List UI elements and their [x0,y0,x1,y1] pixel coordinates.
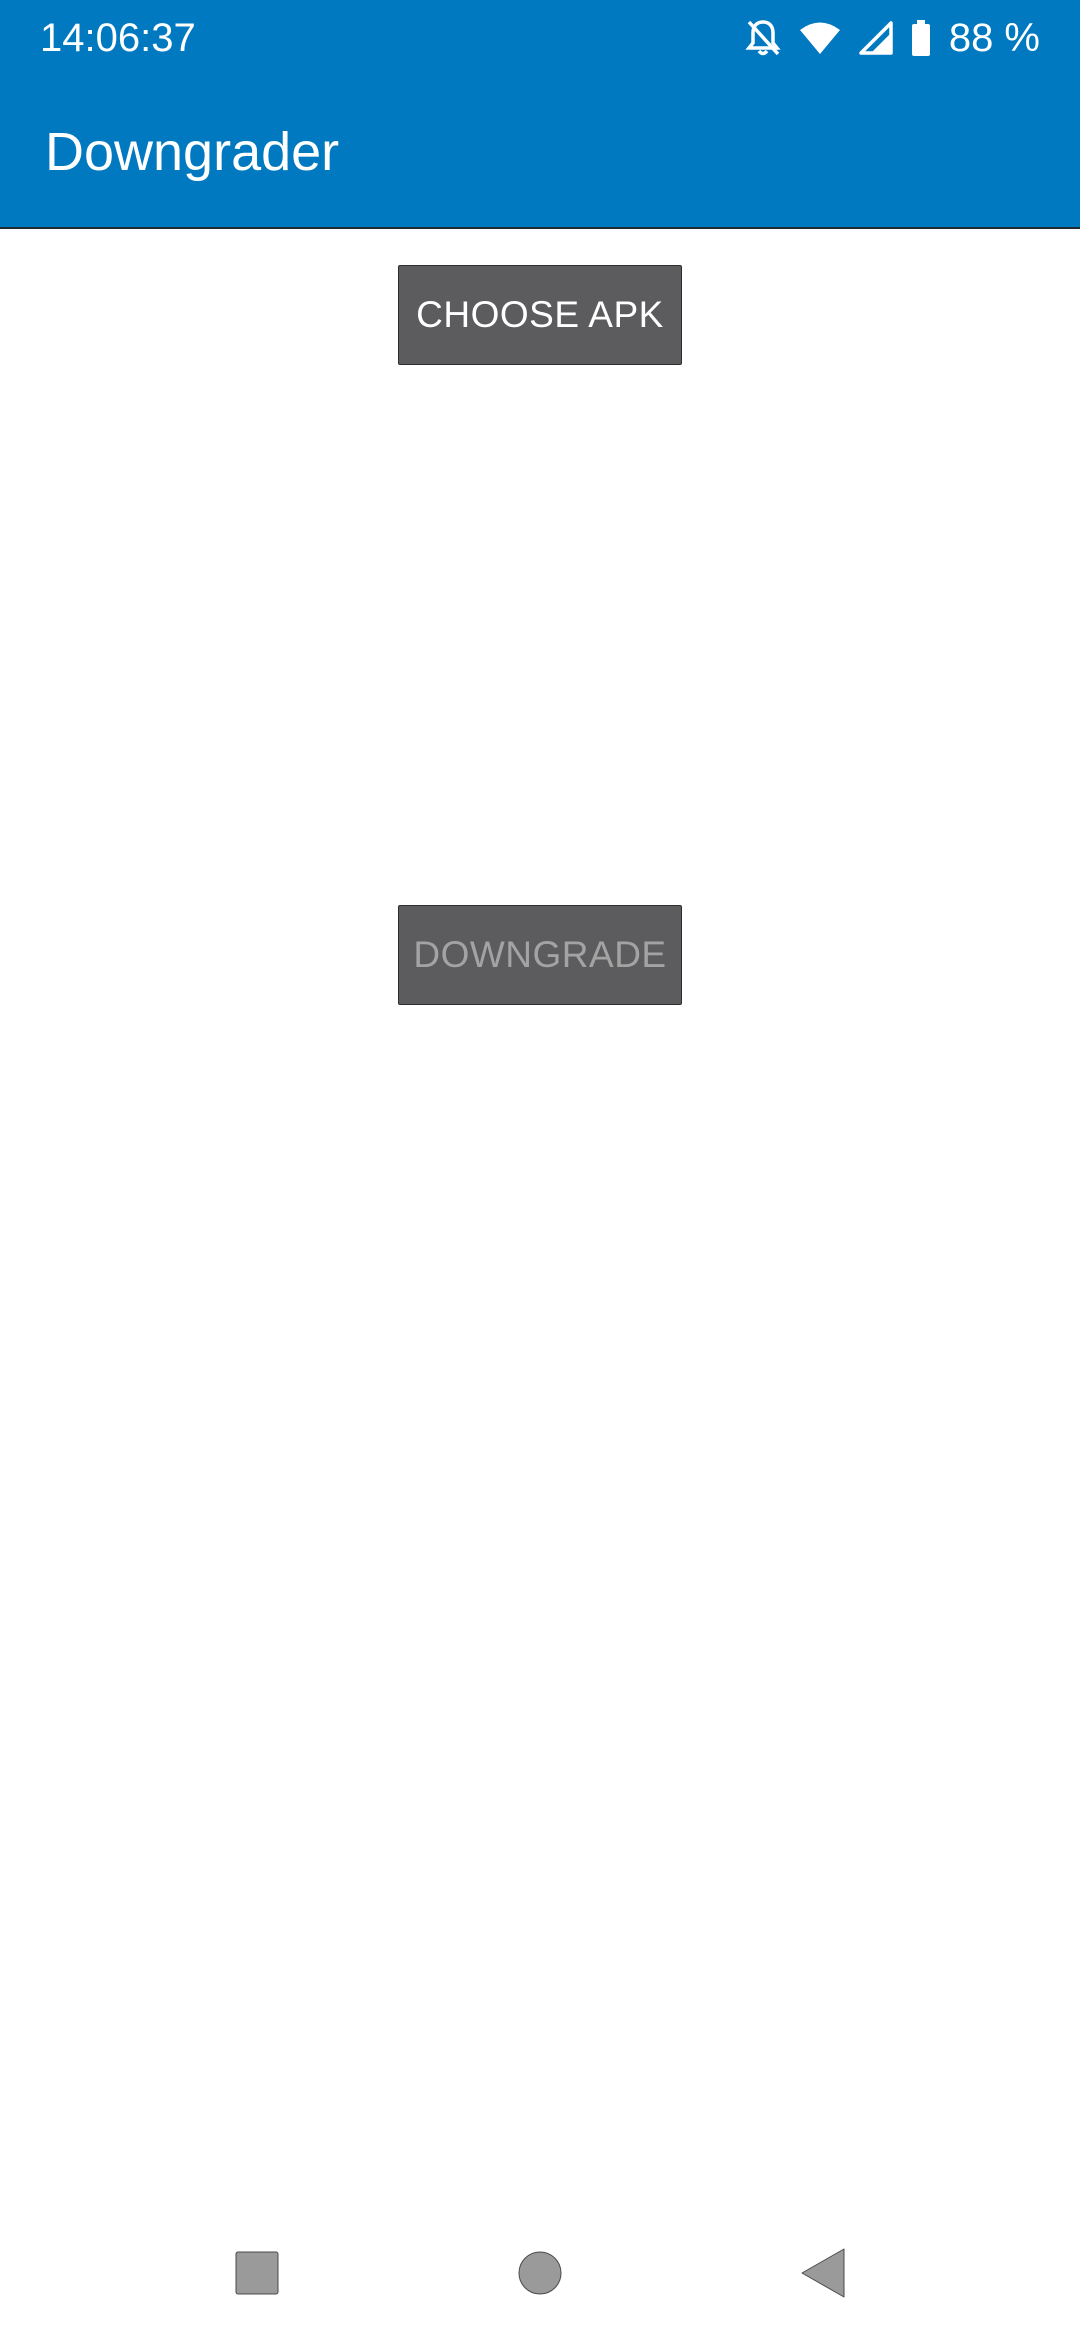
cellular-signal-icon [859,21,893,55]
recents-button[interactable] [202,2220,312,2330]
home-circle-icon [517,2250,563,2301]
recents-square-icon [234,2250,280,2301]
notifications-off-icon [745,18,781,58]
app-title: Downgrader [45,122,340,182]
battery-percentage: 88 % [948,16,1040,60]
app-bar: Downgrader [0,76,1080,229]
navigation-bar [0,2220,1080,2330]
choose-apk-button[interactable]: CHOOSE APK [398,265,682,365]
status-bar: 14:06:37 88 % [0,0,1080,76]
home-button[interactable] [485,2220,595,2330]
battery-icon [911,20,931,56]
status-icons: 88 % [745,14,1040,62]
back-triangle-icon [800,2247,846,2304]
screen: 14:06:37 88 % Downgrader CHOOSE APK DOWN… [0,0,1080,2340]
downgrade-button[interactable]: DOWNGRADE [398,905,682,1005]
wifi-icon [799,21,841,55]
back-button[interactable] [768,2220,878,2330]
status-time: 14:06:37 [40,16,196,60]
